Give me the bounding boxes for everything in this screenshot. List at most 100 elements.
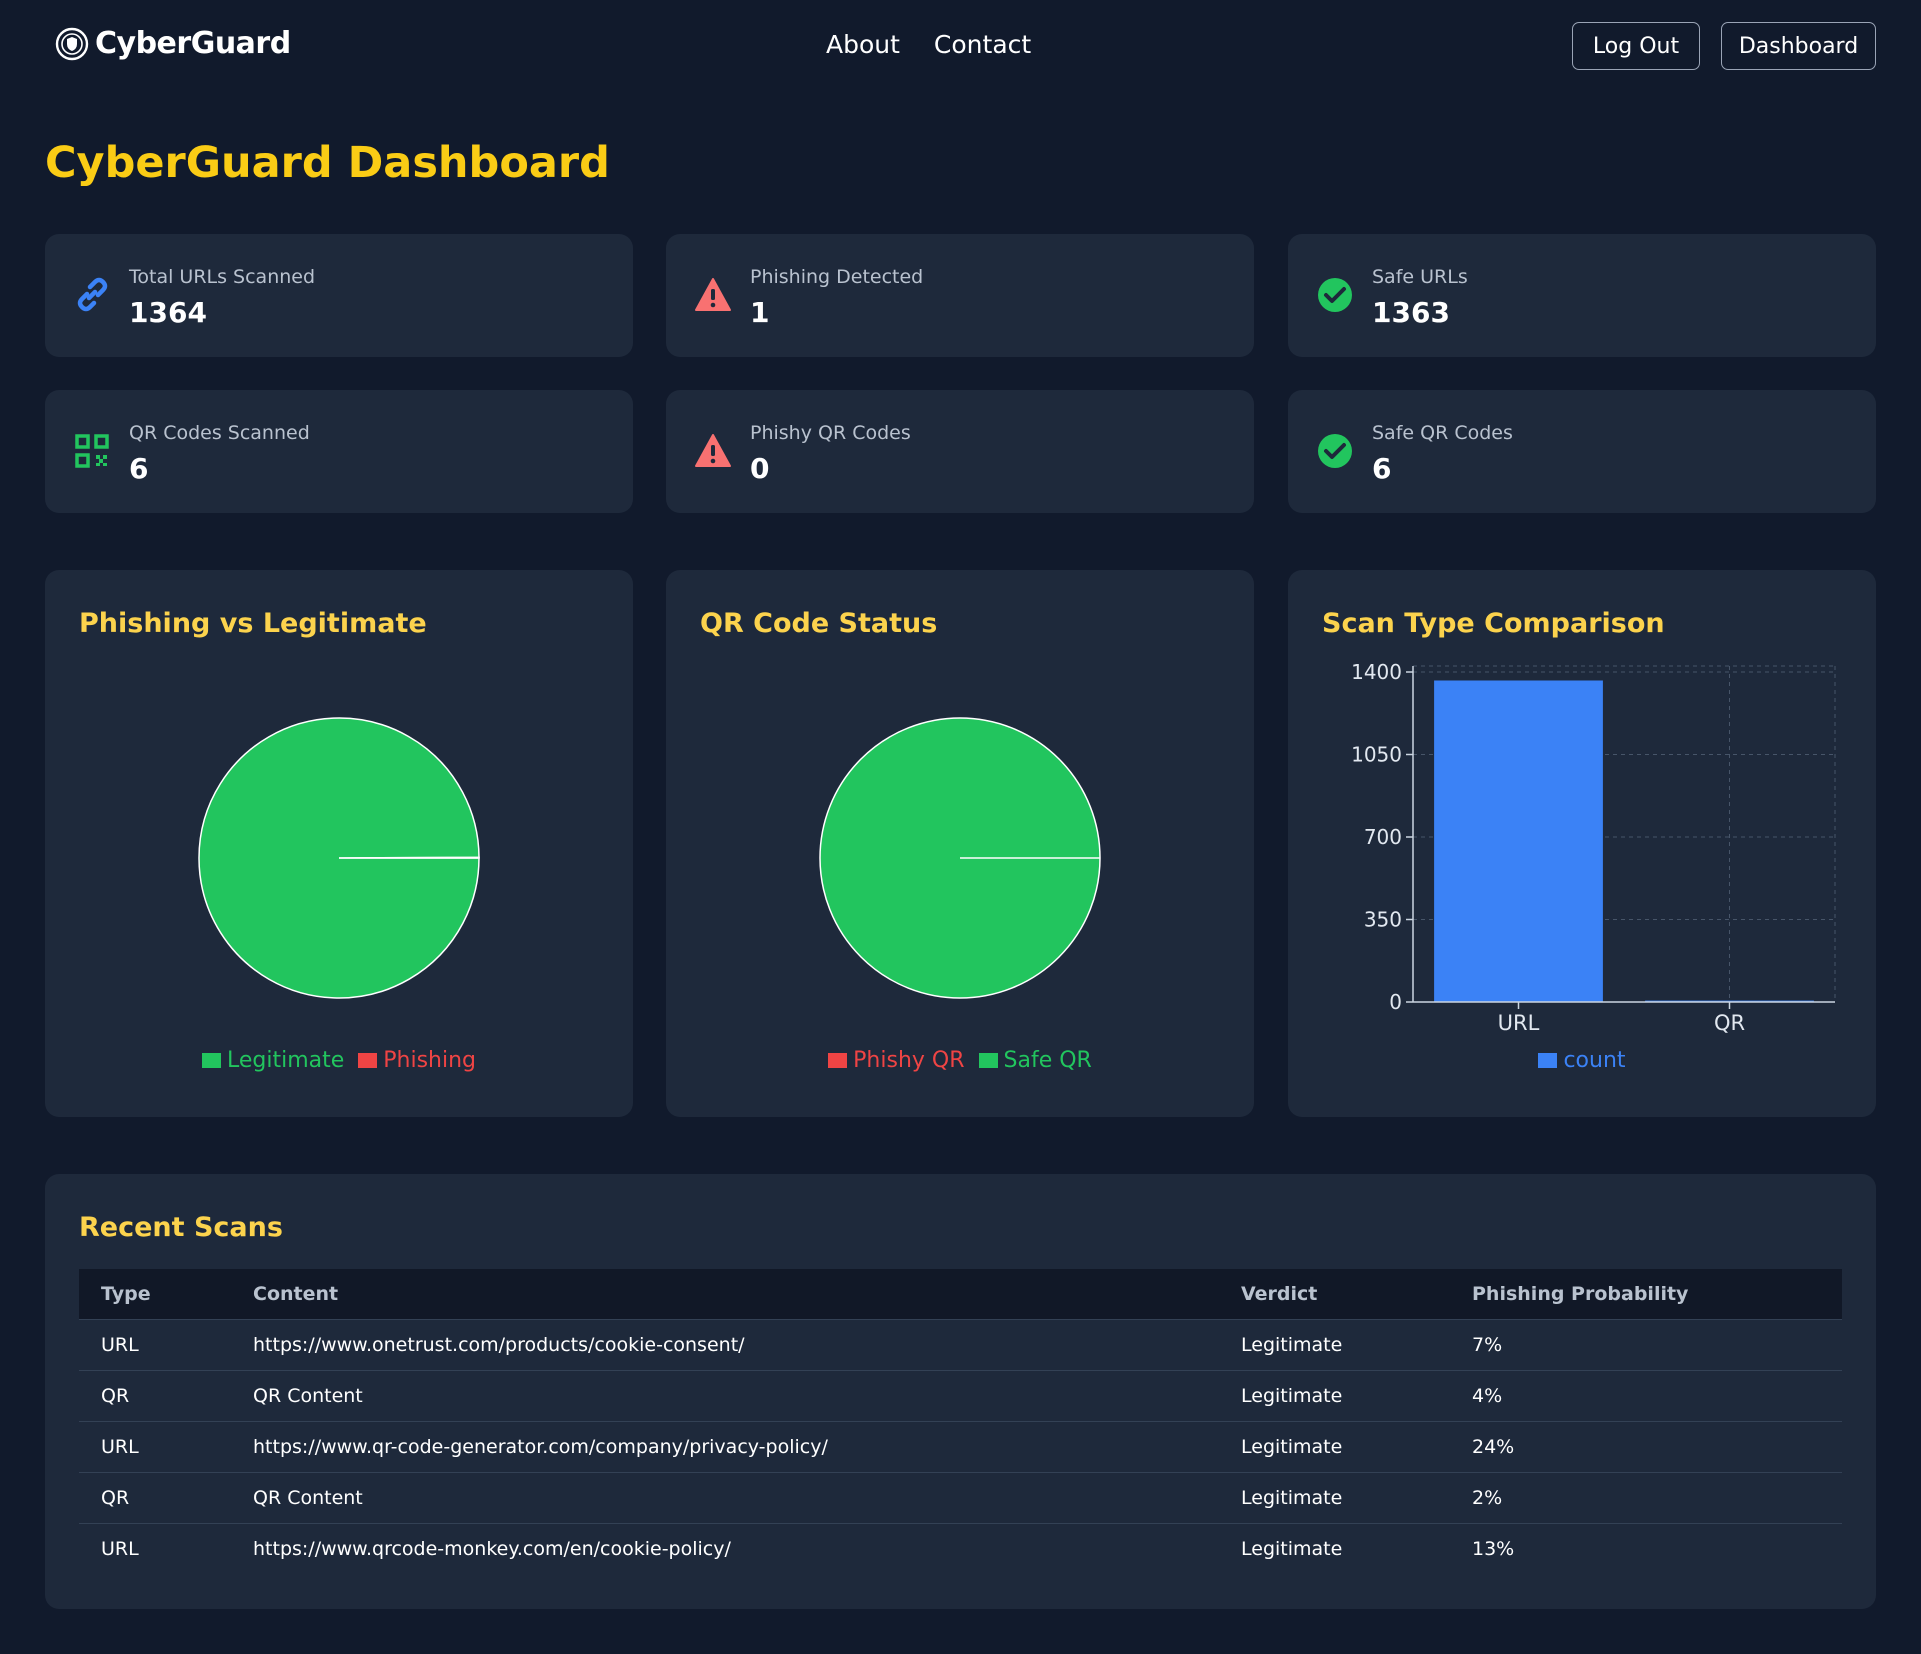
legend-item-legitimate[interactable]: Legitimate: [201, 1048, 345, 1073]
cell-content: https://www.qrcode-monkey.com/en/cookie-…: [253, 1537, 731, 1560]
legend-swatch: [978, 1053, 998, 1068]
shield-logo-icon: [55, 27, 89, 60]
column-header-probability: Phishing Probability: [1450, 1269, 1842, 1320]
cell-content: QR Content: [231, 1370, 1219, 1422]
stat-value: 1364: [129, 296, 207, 329]
stat-label: Total URLs Scanned: [129, 266, 316, 288]
legend-item-count[interactable]: count: [1538, 1048, 1626, 1073]
link-icon: [77, 277, 108, 312]
cell-type: URL: [101, 1537, 139, 1560]
stat-card-phishing-detected: Phishing Detected 1: [666, 234, 1254, 357]
legend-swatch: [828, 1053, 848, 1068]
table-row[interactable]: URL https://www.qr-code-generator.com/co…: [79, 1421, 1842, 1473]
chart-card-scan-type-comparison: Scan Type Comparison 0 350 700 1050 1400 URL Q…: [1288, 570, 1876, 1117]
y-tick-label: 0: [1389, 990, 1402, 1014]
dashboard-button[interactable]: Dashboard: [1721, 22, 1876, 70]
cell-content: https://www.onetrust.com/products/cookie…: [231, 1319, 1219, 1371]
stat-card-safe-urls: Safe URLs 1363: [1288, 234, 1876, 357]
chart-legend: Phishy QR Safe QR: [666, 1048, 1254, 1073]
cell-verdict: Legitimate: [1219, 1370, 1450, 1422]
pie-chart: [819, 717, 1101, 999]
bar-url: [1434, 680, 1603, 1002]
cell-type: QR: [79, 1370, 231, 1422]
qr-code-icon: [75, 434, 109, 468]
stat-label: Phishing Detected: [750, 266, 924, 288]
chart-legend: count: [1288, 1048, 1876, 1073]
cell-verdict: Legitimate: [1241, 1537, 1343, 1560]
table-row[interactable]: QR QR Content Legitimate 2%: [79, 1472, 1842, 1524]
table-row[interactable]: QR QR Content Legitimate 4%: [79, 1370, 1842, 1422]
y-tick-label: 350: [1364, 908, 1402, 932]
cell-content: QR Content: [231, 1472, 1219, 1524]
cell-probability: 7%: [1450, 1319, 1842, 1371]
cell-type: URL: [79, 1421, 231, 1473]
stat-card-total-urls: Total URLs Scanned 1364: [45, 234, 633, 357]
legend-label: count: [1563, 1048, 1626, 1073]
chart-card-phishing-vs-legitimate: Phishing vs Legitimate Legitimate Phishi…: [45, 570, 633, 1117]
stat-card-phishy-qr: Phishy QR Codes 0: [666, 390, 1254, 513]
cell-verdict: Legitimate: [1219, 1319, 1450, 1371]
y-tick-label: 700: [1364, 825, 1402, 849]
cell-content: https://www.qr-code-generator.com/compan…: [231, 1421, 1219, 1473]
recent-scans-card: Recent Scans Type Content Verdict Phishi…: [45, 1174, 1876, 1609]
stat-value: 6: [1372, 452, 1392, 485]
legend-label: Phishing: [383, 1048, 477, 1073]
legend-label: Legitimate: [226, 1048, 345, 1073]
pie-slice-phishing: [338, 856, 480, 859]
stat-card-qr-scanned: QR Codes Scanned 6: [45, 390, 633, 513]
cell-verdict: Legitimate: [1219, 1472, 1450, 1524]
logout-button[interactable]: Log Out: [1572, 22, 1700, 70]
column-header-type: Type: [79, 1269, 231, 1320]
check-circle-icon: [1318, 278, 1352, 312]
cell-type: URL: [79, 1319, 231, 1371]
legend-swatch: [358, 1053, 378, 1068]
table-row[interactable]: URL https://www.qrcode-monkey.com/en/coo…: [79, 1523, 1842, 1574]
legend-swatch: [1538, 1053, 1558, 1068]
legend-item-phishing[interactable]: Phishing: [358, 1048, 476, 1073]
cell-probability: 24%: [1450, 1421, 1842, 1473]
navbar: CyberGuard About Contact Log Out Dashboa…: [0, 0, 1921, 96]
nav-links: About Contact: [826, 30, 1031, 59]
legend-label: Phishy QR: [853, 1048, 965, 1073]
x-tick-label: URL: [1498, 1011, 1540, 1035]
stat-value: 1: [750, 296, 770, 329]
chart-card-qr-code-status: QR Code Status Phishy QR Safe QR: [666, 570, 1254, 1117]
x-tick-label: QR: [1714, 1011, 1745, 1035]
legend-label: Safe QR: [1003, 1048, 1092, 1073]
legend-swatch: [201, 1053, 221, 1068]
chart-legend: Legitimate Phishing: [45, 1048, 633, 1073]
cell-probability: 4%: [1450, 1370, 1842, 1422]
legend-item-phishy-qr[interactable]: Phishy QR: [828, 1048, 965, 1073]
stat-label: Safe QR Codes: [1372, 422, 1513, 444]
column-header-content: Content: [231, 1269, 1219, 1320]
y-tick-label: 1050: [1351, 743, 1402, 767]
nav-link-about[interactable]: About: [826, 30, 900, 59]
cell-type: QR: [79, 1472, 231, 1524]
warning-icon: [695, 278, 731, 311]
cell-verdict: Legitimate: [1219, 1421, 1450, 1473]
stat-label: Safe URLs: [1372, 266, 1468, 288]
stat-value: 0: [750, 452, 770, 485]
brand-name: CyberGuard: [95, 26, 291, 61]
table-row[interactable]: URL https://www.onetrust.com/products/co…: [79, 1319, 1842, 1371]
stat-label: QR Codes Scanned: [129, 422, 310, 444]
bar-chart: 0 350 700 1050 1400 URL QR: [1351, 660, 1836, 1035]
y-tick-label: 1400: [1351, 660, 1402, 684]
warning-icon: [695, 434, 731, 467]
brand[interactable]: CyberGuard: [55, 26, 291, 61]
table-header-row: Type Content Verdict Phishing Probabilit…: [79, 1269, 1842, 1320]
pie-chart: [198, 717, 480, 999]
stat-value: 1363: [1372, 296, 1450, 329]
legend-item-safe-qr[interactable]: Safe QR: [978, 1048, 1092, 1073]
cell-probability: 2%: [1450, 1472, 1842, 1524]
stat-value: 6: [129, 452, 149, 485]
stat-label: Phishy QR Codes: [750, 422, 911, 444]
column-header-verdict: Verdict: [1219, 1269, 1450, 1320]
cell-probability: 13%: [1472, 1537, 1515, 1560]
recent-scans-table: Type Content Verdict Phishing Probabilit…: [79, 1269, 1842, 1574]
nav-link-contact[interactable]: Contact: [934, 30, 1031, 59]
section-title: Recent Scans: [79, 1212, 283, 1243]
page-title: CyberGuard Dashboard: [45, 138, 610, 188]
stat-card-safe-qr: Safe QR Codes 6: [1288, 390, 1876, 513]
check-circle-icon: [1318, 434, 1352, 468]
